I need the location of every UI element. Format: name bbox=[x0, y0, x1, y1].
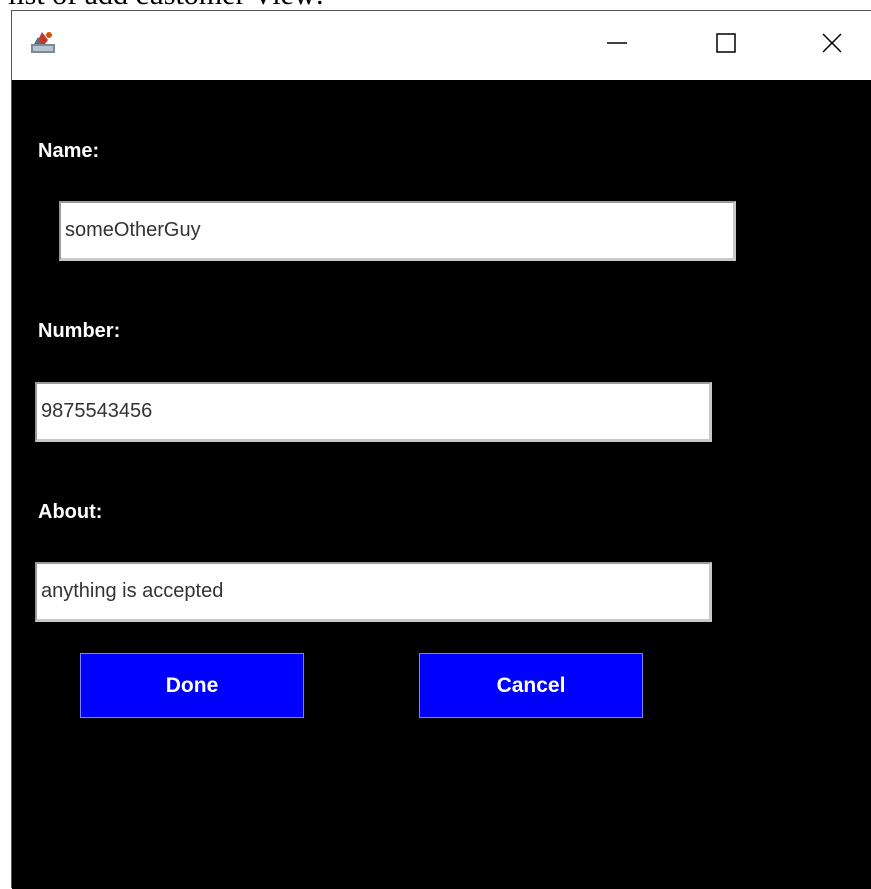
app-window: Name: Number: About: Done Cancel bbox=[11, 10, 871, 889]
maximize-button[interactable] bbox=[696, 11, 756, 80]
cancel-button[interactable]: Cancel bbox=[419, 653, 643, 718]
about-label: About: bbox=[38, 501, 103, 523]
about-field[interactable] bbox=[35, 562, 712, 622]
close-icon bbox=[821, 32, 843, 59]
minimize-button[interactable] bbox=[587, 11, 647, 80]
form-panel: Name: Number: About: Done Cancel bbox=[12, 80, 871, 889]
maximize-icon bbox=[715, 32, 737, 59]
name-field[interactable] bbox=[59, 201, 736, 261]
done-button[interactable]: Done bbox=[80, 653, 304, 718]
java-app-icon bbox=[28, 27, 58, 57]
number-label: Number: bbox=[38, 320, 121, 342]
title-bar[interactable] bbox=[12, 11, 871, 80]
number-field[interactable] bbox=[35, 382, 712, 442]
name-label: Name: bbox=[38, 140, 100, 162]
minimize-icon bbox=[606, 32, 628, 59]
close-button[interactable] bbox=[802, 11, 862, 80]
